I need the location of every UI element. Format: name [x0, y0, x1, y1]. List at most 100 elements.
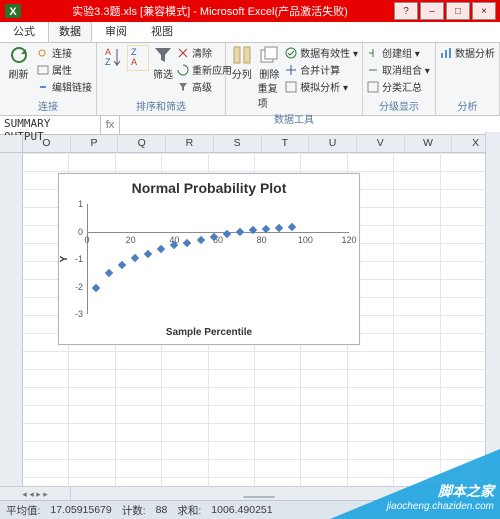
status-bar: 平均值: 17.05915679 计数: 88 求和: 1006.490251: [0, 500, 500, 519]
advanced-filter-button[interactable]: 高级: [177, 79, 232, 94]
svg-text:A: A: [131, 57, 137, 67]
funnel-icon: [153, 45, 173, 65]
data-point: [288, 223, 296, 231]
tab-data[interactable]: 数据: [48, 19, 92, 42]
reapply-icon: [177, 64, 189, 76]
svg-text:X: X: [9, 6, 17, 18]
ytick: -3: [69, 309, 83, 319]
worksheet-grid[interactable]: Normal Probability Plot Y 02040608010012…: [0, 153, 500, 500]
properties-button[interactable]: 属性: [37, 62, 92, 77]
data-point: [105, 269, 113, 277]
remove-label: 删除: [259, 66, 279, 81]
column-headers: OPQRSTUVWX: [0, 135, 500, 153]
data-validation-button[interactable]: 数据有效性 ▾: [285, 45, 358, 60]
group-label-analysis: 分析: [440, 97, 495, 113]
edit-links-button[interactable]: 编辑链接: [37, 79, 92, 94]
sort-za-button[interactable]: ZA: [127, 45, 149, 71]
chart-xlabel: Sample Percentile: [59, 327, 359, 338]
refresh-button[interactable]: 刷新: [4, 45, 33, 81]
xtick: 100: [297, 235, 313, 245]
window-titlebar: X 实验3.3题.xls [兼容模式] - Microsoft Excel(产品…: [0, 0, 500, 22]
text-to-columns-button[interactable]: 分列: [230, 45, 254, 81]
subtotal-icon: [367, 81, 379, 93]
columns-icon: [232, 45, 252, 65]
column-header-V[interactable]: V: [357, 135, 405, 152]
column-header-O[interactable]: O: [23, 135, 71, 152]
group-icon: [367, 47, 379, 59]
svg-text:A: A: [105, 47, 111, 57]
status-sum-label: 求和:: [177, 503, 201, 518]
advanced-icon: [177, 81, 189, 93]
xtick: 80: [254, 235, 270, 245]
status-average-value: 17.05915679: [50, 504, 111, 516]
data-point: [91, 284, 99, 292]
group-button[interactable]: 创建组 ▾: [367, 45, 430, 60]
column-header-R[interactable]: R: [166, 135, 214, 152]
sort-asc-button[interactable]: AZ: [101, 45, 123, 71]
fx-button[interactable]: fx: [101, 116, 120, 134]
formula-bar: SUMMARY OUTPUT fx: [0, 116, 500, 135]
properties-icon: [37, 64, 49, 76]
refresh-label: 刷新: [9, 66, 29, 81]
help-button[interactable]: ?: [394, 2, 418, 20]
select-all-corner[interactable]: [0, 135, 23, 152]
ytick: -1: [69, 254, 83, 264]
column-header-W[interactable]: W: [405, 135, 453, 152]
data-point: [236, 228, 244, 236]
ribbon: 刷新 连接 属性 编辑链接 连接 AZ ZA 筛选 清除 重新应用: [0, 43, 500, 116]
consolidate-icon: [285, 64, 297, 76]
minimize-button[interactable]: –: [420, 2, 444, 20]
status-count-label: 计数:: [122, 503, 146, 518]
text-to-columns-label: 分列: [232, 66, 252, 81]
subtotal-button[interactable]: 分类汇总: [367, 79, 430, 94]
maximize-button[interactable]: □: [446, 2, 470, 20]
status-sum-value: 1006.490251: [211, 504, 272, 516]
ytick: 1: [69, 199, 83, 209]
whatif-icon: [285, 81, 297, 93]
sort-az-icon: AZ: [101, 45, 123, 71]
column-header-T[interactable]: T: [262, 135, 310, 152]
data-point: [157, 245, 165, 253]
embedded-chart[interactable]: Normal Probability Plot Y 02040608010012…: [58, 173, 360, 345]
column-header-S[interactable]: S: [214, 135, 262, 152]
duplicates-label: 重复项: [258, 80, 282, 110]
xtick: 20: [123, 235, 139, 245]
ribbon-tabs: 公式 数据 审阅 视图: [0, 22, 500, 43]
ytick: -2: [69, 282, 83, 292]
tab-formulas[interactable]: 公式: [2, 19, 46, 42]
ungroup-button[interactable]: 取消组合 ▾: [367, 62, 430, 77]
whatif-button[interactable]: 模拟分析 ▾: [285, 79, 358, 94]
chain-icon: [37, 81, 49, 93]
column-header-Q[interactable]: Q: [118, 135, 166, 152]
horizontal-scrollbar[interactable]: ◂ ◂ ▸ ▸: [0, 486, 500, 501]
tab-view[interactable]: 视图: [140, 19, 184, 42]
group-label-connections: 连接: [4, 97, 92, 113]
hscroll-thumb[interactable]: [243, 496, 275, 498]
formula-input[interactable]: [120, 116, 500, 134]
sheet-tab-nav[interactable]: ◂ ◂ ▸ ▸: [0, 487, 71, 501]
status-count-value: 88: [156, 504, 168, 516]
data-point: [196, 236, 204, 244]
clear-icon: [177, 47, 189, 59]
svg-text:Z: Z: [131, 47, 137, 57]
group-label-outline: 分级显示: [367, 97, 431, 113]
remove-duplicates-button[interactable]: 删除 重复项: [258, 45, 282, 110]
analysis-icon: [440, 47, 452, 59]
svg-text:Z: Z: [105, 57, 111, 67]
chart-plot-area: 020406080100120-3-2-101: [87, 204, 349, 314]
group-label-sortfilter: 排序和筛选: [101, 97, 221, 113]
ungroup-icon: [367, 64, 379, 76]
column-header-U[interactable]: U: [309, 135, 357, 152]
name-box[interactable]: SUMMARY OUTPUT: [0, 116, 101, 134]
vertical-scrollbar[interactable]: [485, 132, 500, 487]
connections-button[interactable]: 连接: [37, 45, 92, 60]
clear-filter-button[interactable]: 清除: [177, 45, 232, 60]
reapply-button[interactable]: 重新应用: [177, 62, 232, 77]
column-header-P[interactable]: P: [71, 135, 119, 152]
tab-review[interactable]: 审阅: [94, 19, 138, 42]
chart-title: Normal Probability Plot: [59, 174, 359, 196]
data-analysis-button[interactable]: 数据分析: [440, 45, 495, 60]
filter-button[interactable]: 筛选: [153, 45, 173, 81]
consolidate-button[interactable]: 合并计算: [285, 62, 358, 77]
close-button[interactable]: ×: [472, 2, 496, 20]
